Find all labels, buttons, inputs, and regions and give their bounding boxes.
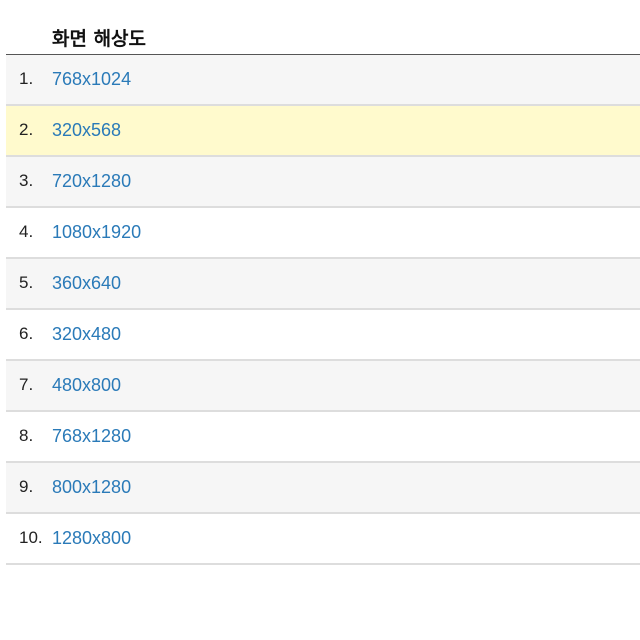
table-row: 1. 768x1024 <box>6 55 640 106</box>
table-row: 7. 480x800 <box>6 361 640 412</box>
column-header-resolution: 화면 해상도 <box>52 28 147 50</box>
table-row: 9. 800x1280 <box>6 463 640 514</box>
resolution-link[interactable]: 360x640 <box>52 273 121 294</box>
row-rank: 1. <box>19 69 34 88</box>
resolution-link[interactable]: 720x1280 <box>52 171 131 192</box>
resolution-link[interactable]: 1280x800 <box>52 528 131 549</box>
table-row: 2. 320x568 <box>6 106 640 157</box>
resolution-link[interactable]: 320x480 <box>52 324 121 345</box>
row-rank: 8. <box>19 426 34 445</box>
row-rank: 3. <box>19 171 34 190</box>
resolution-link[interactable]: 480x800 <box>52 375 121 396</box>
table-row: 3. 720x1280 <box>6 157 640 208</box>
table-row: 8. 768x1280 <box>6 412 640 463</box>
table-row: 10. 1280x800 <box>6 514 640 565</box>
row-rank: 6. <box>19 324 34 343</box>
table-row: 4. 1080x1920 <box>6 208 640 259</box>
resolution-link[interactable]: 768x1024 <box>52 69 131 90</box>
resolution-link[interactable]: 1080x1920 <box>52 222 141 243</box>
resolution-link[interactable]: 768x1280 <box>52 426 131 447</box>
table-row: 5. 360x640 <box>6 259 640 310</box>
resolution-table: 화면 해상도 1. 768x1024 2. 320x568 3. 720x128… <box>6 20 640 565</box>
table-row: 6. 320x480 <box>6 310 640 361</box>
row-rank: 7. <box>19 375 34 394</box>
row-rank: 2. <box>19 120 34 139</box>
row-rank: 9. <box>19 477 34 496</box>
table-header: 화면 해상도 <box>6 20 640 55</box>
row-rank: 4. <box>19 222 34 241</box>
resolution-link[interactable]: 800x1280 <box>52 477 131 498</box>
row-rank: 10. <box>19 528 43 547</box>
row-rank: 5. <box>19 273 34 292</box>
resolution-link[interactable]: 320x568 <box>52 120 121 141</box>
